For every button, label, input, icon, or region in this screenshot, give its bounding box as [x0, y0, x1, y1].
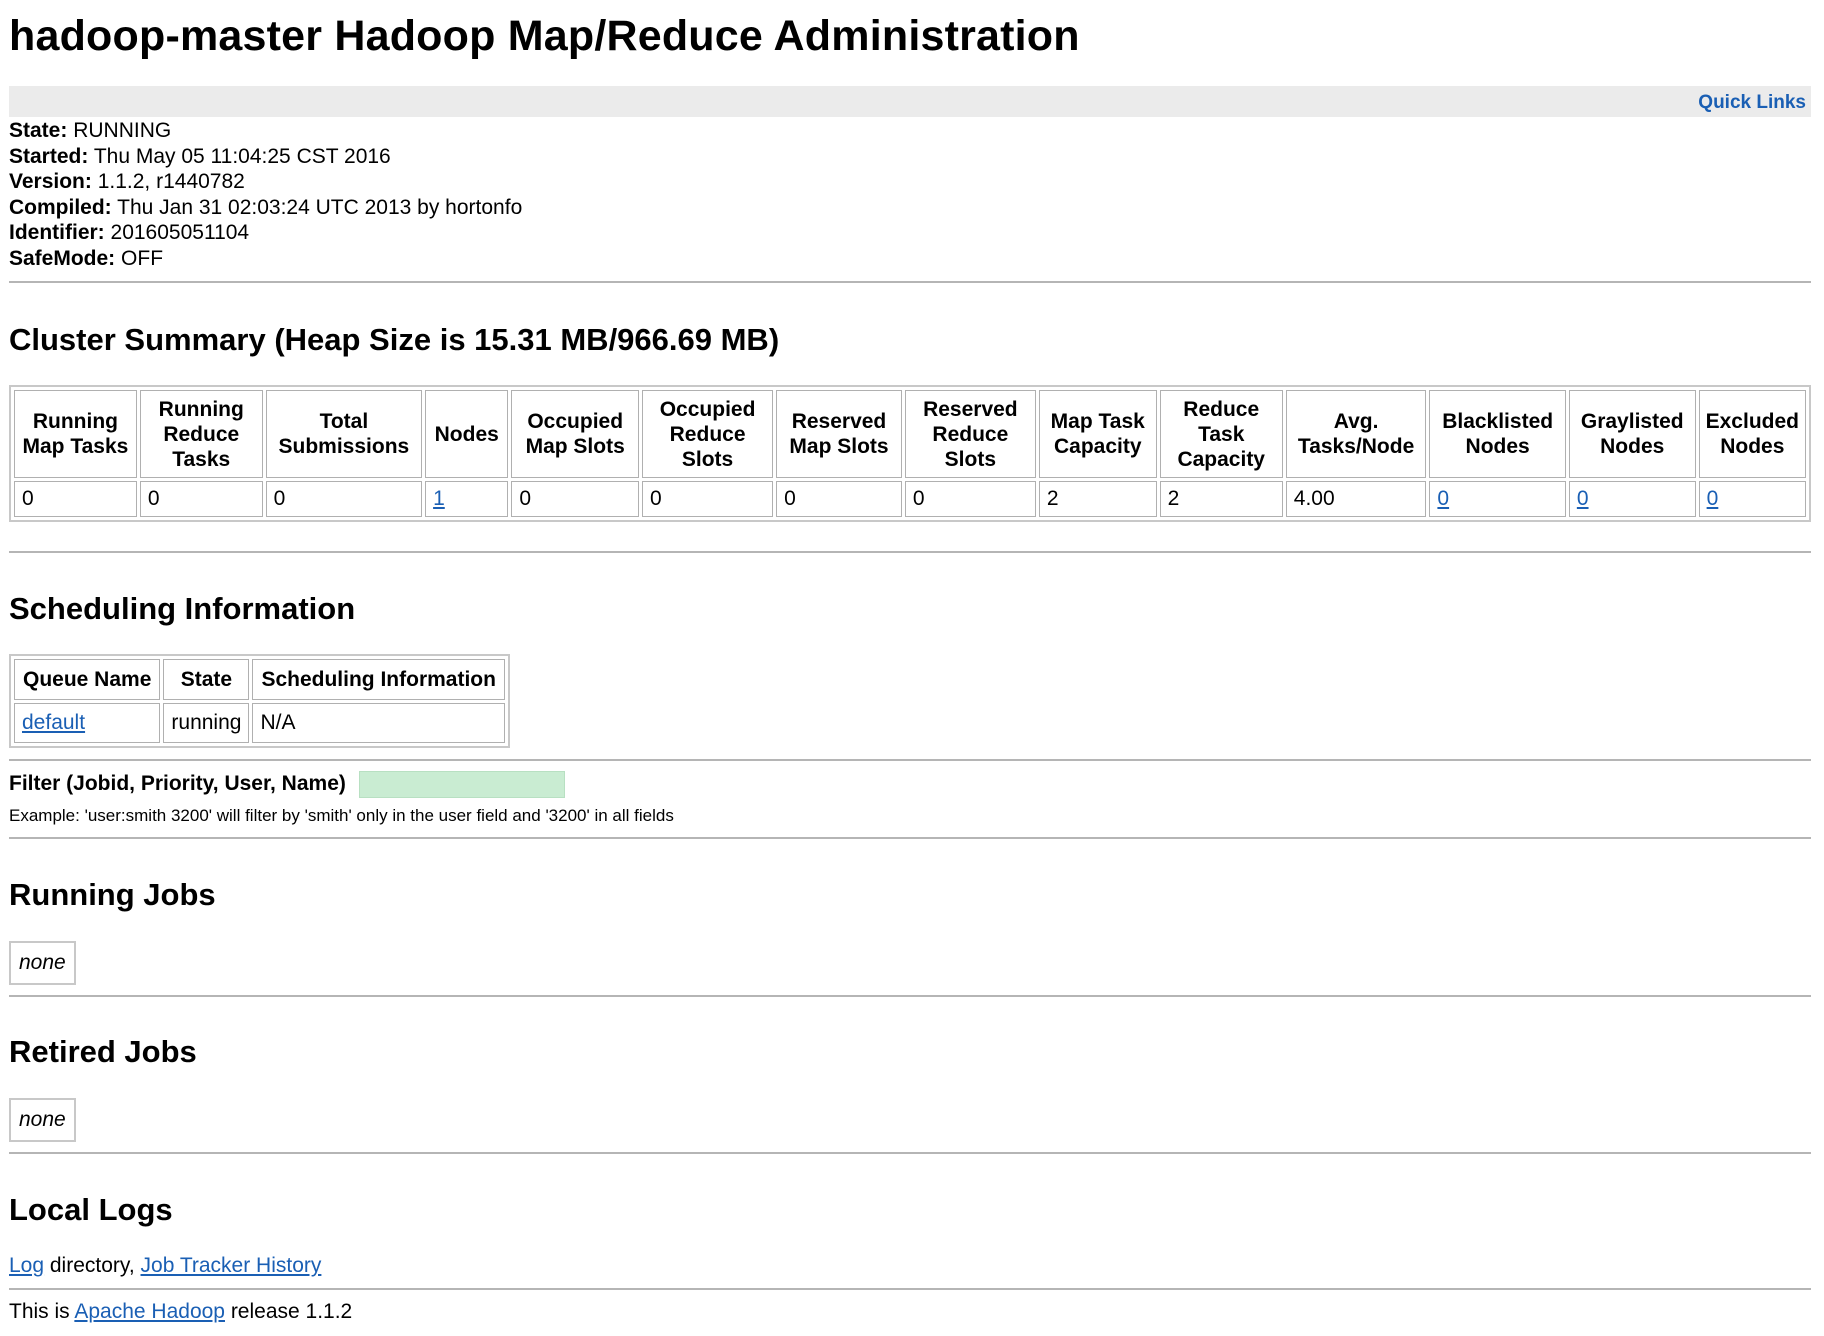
divider [9, 551, 1811, 553]
jobtracker-info: State: RUNNING Started: Thu May 05 11:04… [9, 118, 522, 272]
excluded-nodes-link[interactable]: 0 [1707, 487, 1719, 510]
scheduling-header-row: Queue Name State Scheduling Information [14, 659, 505, 700]
cluster-summary-heading: Cluster Summary (Heap Size is 15.31 MB/9… [9, 322, 780, 357]
cluster-summary-values-row: 0 0 0 1 0 0 0 0 2 2 4.00 0 0 0 [14, 481, 1806, 517]
job-tracker-history-link[interactable]: Job Tracker History [141, 1254, 322, 1277]
local-logs-line: Log directory, Job Tracker History [9, 1254, 321, 1278]
started-label: Started: [9, 144, 89, 168]
page-title: hadoop-master Hadoop Map/Reduce Administ… [9, 12, 1080, 60]
queue-name-cell: default [14, 703, 161, 743]
avg-tasks-per-node-value: 4.00 [1285, 481, 1427, 517]
col-nodes: Nodes [425, 390, 509, 478]
excluded-nodes-cell: 0 [1698, 481, 1806, 517]
identifier-value: 201605051104 [110, 221, 250, 245]
scheduling-table: Queue Name State Scheduling Information … [9, 654, 510, 748]
col-graylisted-nodes: Graylisted Nodes [1568, 390, 1696, 478]
col-state: State [163, 659, 250, 700]
col-running-map-tasks: Running Map Tasks [14, 390, 137, 478]
map-task-capacity-value: 2 [1038, 481, 1157, 517]
divider [9, 281, 1811, 283]
state-value: RUNNING [73, 119, 172, 142]
divider [9, 759, 1811, 761]
queue-default-link[interactable]: default [22, 711, 85, 734]
col-excluded-nodes: Excluded Nodes [1698, 390, 1806, 478]
divider [9, 995, 1811, 997]
safemode-label: SafeMode: [9, 246, 116, 270]
col-running-reduce-tasks: Running Reduce Tasks [139, 390, 263, 478]
log-directory-text: directory, [44, 1254, 141, 1277]
filter-example: Example: 'user:smith 3200' will filter b… [9, 806, 674, 825]
running-map-tasks-value: 0 [14, 481, 137, 517]
compiled-row: Compiled: Thu Jan 31 02:03:24 UTC 2013 b… [9, 195, 522, 221]
blacklisted-nodes-link[interactable]: 0 [1437, 487, 1449, 510]
queue-state: running [163, 703, 250, 743]
queue-scheduling-info: N/A [252, 703, 505, 743]
cluster-summary-table: Running Map Tasks Running Reduce Tasks T… [9, 385, 1811, 522]
filter-input[interactable] [359, 771, 565, 798]
safemode-row: SafeMode: OFF [9, 246, 522, 272]
blacklisted-nodes-cell: 0 [1429, 481, 1566, 517]
col-reserved-map-slots: Reserved Map Slots [776, 390, 902, 478]
occupied-reduce-slots-value: 0 [642, 481, 774, 517]
reserved-map-slots-value: 0 [776, 481, 902, 517]
graylisted-nodes-link[interactable]: 0 [1577, 487, 1589, 510]
version-label: Version: [9, 170, 92, 194]
filter-label: Filter (Jobid, Priority, User, Name) [9, 772, 346, 795]
col-occupied-reduce-slots: Occupied Reduce Slots [642, 390, 774, 478]
retired-jobs-heading: Retired Jobs [9, 1034, 197, 1069]
divider [9, 1152, 1811, 1154]
reserved-reduce-slots-value: 0 [904, 481, 1036, 517]
graylisted-nodes-cell: 0 [1568, 481, 1696, 517]
footer: This is Apache Hadoop release 1.1.2 [9, 1300, 352, 1324]
col-reserved-reduce-slots: Reserved Reduce Slots [904, 390, 1036, 478]
col-blacklisted-nodes: Blacklisted Nodes [1429, 390, 1566, 478]
local-logs-heading: Local Logs [9, 1192, 173, 1227]
safemode-value: OFF [121, 246, 164, 270]
running-jobs-heading: Running Jobs [9, 877, 216, 912]
compiled-label: Compiled: [9, 195, 112, 219]
divider [9, 1288, 1811, 1290]
compiled-value: Thu Jan 31 02:03:24 UTC 2013 by hortonfo [117, 195, 523, 219]
footer-prefix: This is [9, 1300, 75, 1323]
started-row: Started: Thu May 05 11:04:25 CST 2016 [9, 144, 522, 170]
quick-links-bar: Quick Links [9, 86, 1811, 117]
log-directory-link[interactable]: Log [9, 1254, 44, 1277]
total-submissions-value: 0 [265, 481, 423, 517]
divider [9, 837, 1811, 839]
col-map-task-capacity: Map Task Capacity [1038, 390, 1157, 478]
version-value: 1.1.2, r1440782 [97, 170, 245, 194]
footer-suffix: release 1.1.2 [224, 1300, 353, 1323]
version-row: Version: 1.1.2, r1440782 [9, 169, 522, 195]
nodes-cell: 1 [425, 481, 509, 517]
identifier-row: Identifier: 201605051104 [9, 220, 522, 246]
nodes-link[interactable]: 1 [433, 487, 445, 510]
started-value: Thu May 05 11:04:25 CST 2016 [93, 144, 391, 168]
running-reduce-tasks-value: 0 [139, 481, 263, 517]
col-avg-tasks-per-node: Avg. Tasks/Node [1285, 390, 1427, 478]
cluster-summary-header-row: Running Map Tasks Running Reduce Tasks T… [14, 390, 1806, 478]
apache-hadoop-link[interactable]: Apache Hadoop [74, 1300, 225, 1323]
quick-links-link[interactable]: Quick Links [1698, 92, 1806, 114]
col-occupied-map-slots: Occupied Map Slots [511, 390, 639, 478]
identifier-label: Identifier: [9, 221, 105, 245]
col-scheduling-information: Scheduling Information [252, 659, 505, 700]
state-label: State: [9, 119, 68, 142]
col-total-submissions: Total Submissions [265, 390, 423, 478]
running-jobs-empty: none [9, 941, 76, 985]
col-queue-name: Queue Name [14, 659, 161, 700]
queue-row: default running N/A [14, 703, 505, 743]
col-reduce-task-capacity: Reduce Task Capacity [1159, 390, 1283, 478]
occupied-map-slots-value: 0 [511, 481, 639, 517]
scheduling-heading: Scheduling Information [9, 591, 356, 626]
reduce-task-capacity-value: 2 [1159, 481, 1283, 517]
state-row: State: RUNNING [9, 118, 522, 144]
retired-jobs-empty: none [9, 1098, 76, 1142]
